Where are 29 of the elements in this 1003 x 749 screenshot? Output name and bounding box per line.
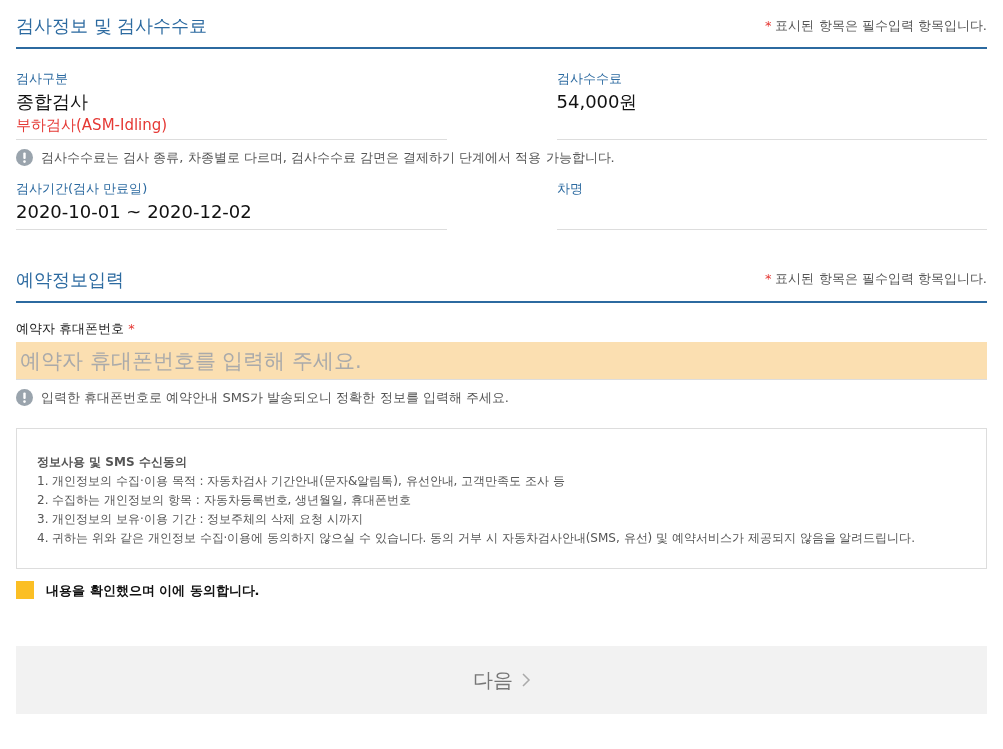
required-mark: *	[128, 319, 135, 338]
notice-text: 입력한 휴대폰번호로 예약안내 SMS가 발송되오니 정확한 정보를 입력해 주세요.	[41, 389, 509, 407]
chevron-right-icon	[520, 672, 531, 688]
field-value: 54,000원	[556, 89, 639, 114]
field-label: 차명	[556, 180, 584, 198]
exclamation-icon	[16, 148, 33, 166]
exclamation-icon	[16, 389, 33, 407]
section-title: 예약정보입력	[16, 267, 124, 292]
phone-input-field[interactable]: 예약자 휴대폰번호를 입력해 주세요.	[16, 342, 987, 380]
consent-line: 3. 개인정보의 보유·이용 기간 : 정보주체의 삭제 요청 시까지	[37, 510, 364, 528]
consent-line: 4. 귀하는 위와 같은 개인정보 수집·이용에 동의하지 않으실 수 있습니다. 동의 거부 시 자동차검사안내(SMS, 유선) 및 예약서비스가 제공되지 않음을 알려드립니다.	[37, 529, 917, 547]
field-value: 종합검사	[16, 89, 89, 114]
field-label: 검사구분	[16, 70, 69, 88]
field-label: 검사기간(검사 만료일)	[16, 180, 149, 198]
field-label: 검사수수료	[556, 70, 623, 88]
section-title: 검사정보 및 검사수수료	[16, 14, 208, 38]
consent-line: 2. 수집하는 개인정보의 항목 : 자동차등록번호, 생년월일, 휴대폰번호	[37, 491, 412, 509]
consent-title: 정보사용 및 SMS 수신동의	[37, 453, 188, 471]
required-mark: *	[764, 16, 772, 35]
field-value: 2020-10-01 ~ 2020-12-02	[16, 199, 253, 224]
required-mark: *	[764, 270, 772, 289]
notice-text: 검사수수료는 검사 종류, 차종별로 다르며, 검사수수료 감면은 결제하기 단계에서 적용 가능합니다.	[41, 148, 615, 167]
required-note: 표시된 항목은 필수입력 항목입니다.	[775, 270, 987, 289]
field-label: 예약자 휴대폰번호	[16, 319, 125, 338]
agree-checkbox[interactable]	[16, 581, 34, 600]
required-note: 표시된 항목은 필수입력 항목입니다.	[775, 16, 987, 35]
consent-line: 1. 개인정보의 수집·이용 목적 : 자동차검사 기간안내(문자&알림톡), 유선안내, 고객만족도 조사 등	[37, 472, 566, 490]
agree-label: 내용을 확인했으며 이에 동의합니다.	[46, 581, 260, 600]
field-subvalue: 부하검사(ASM-Idling)	[16, 114, 169, 135]
